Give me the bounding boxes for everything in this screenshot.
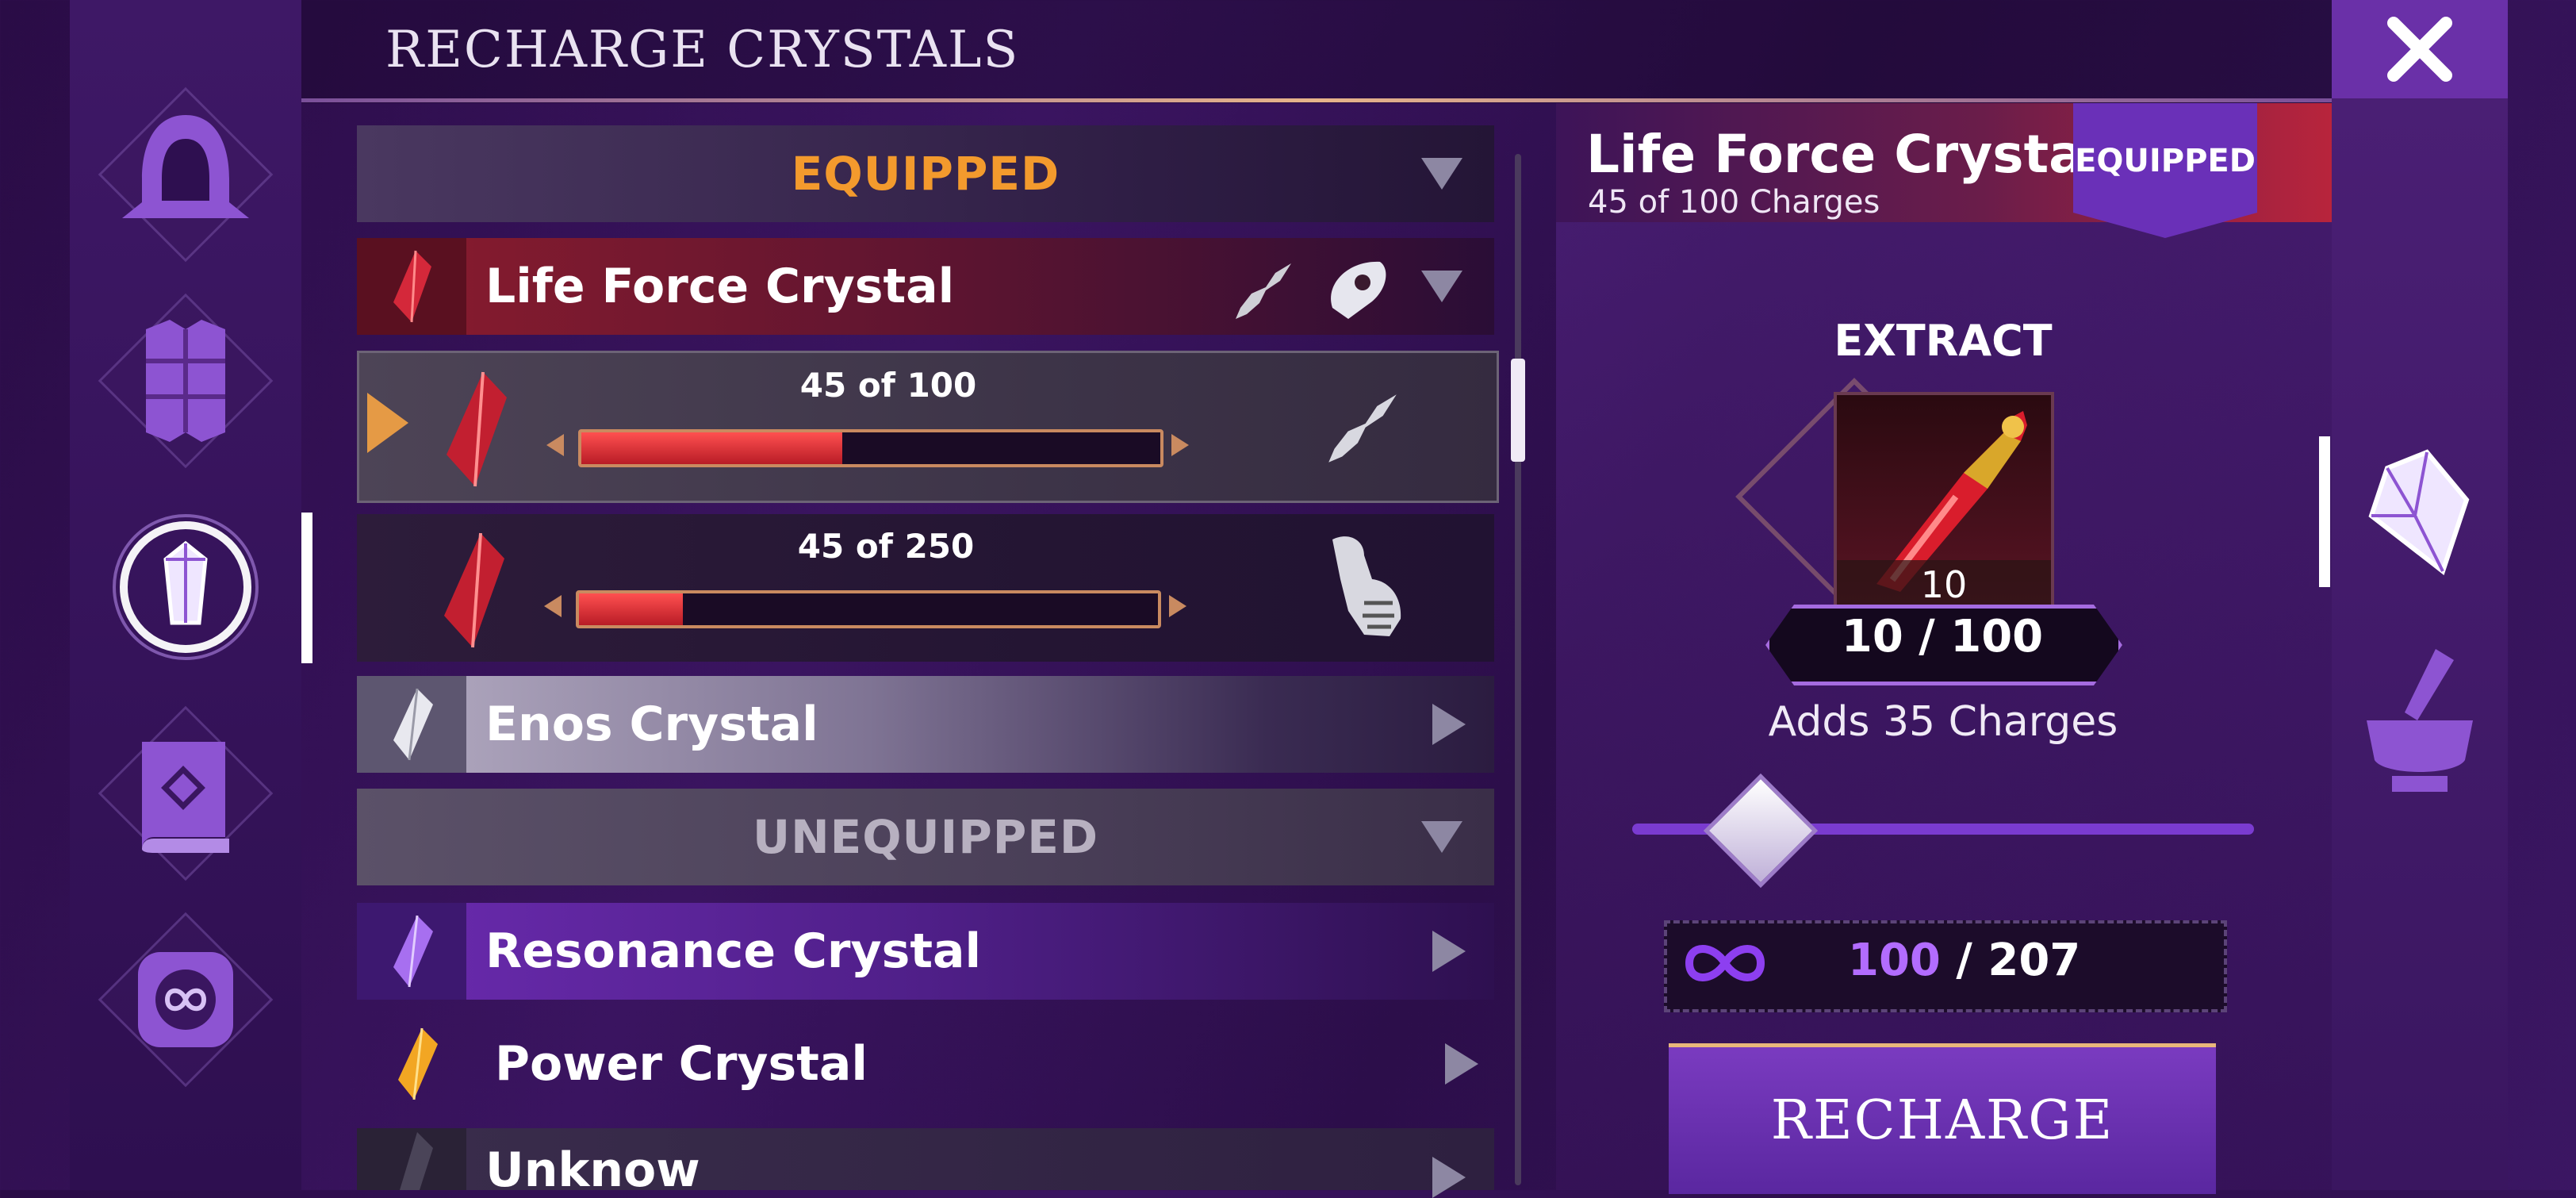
dagger-icon xyxy=(1328,394,1397,463)
chevron-right-icon xyxy=(1445,1043,1478,1085)
list-scrollbar[interactable] xyxy=(1515,154,1521,1185)
progress-fill xyxy=(581,432,842,464)
detail-title: Life Force Crystal xyxy=(1586,124,2103,185)
infinity-icon xyxy=(1685,945,1765,981)
chevron-right-icon xyxy=(1432,1157,1466,1198)
currency-total: / 207 xyxy=(1956,935,2081,986)
chevron-right-icon xyxy=(1432,704,1466,745)
item-ratio: 10 / 100 xyxy=(1841,611,2044,662)
crystal-row-resonance[interactable]: Resonance Crystal xyxy=(357,903,1494,1000)
adds-charges-text: Adds 35 Charges xyxy=(1768,698,2118,746)
unequipped-label: UNEQUIPPED xyxy=(752,810,1099,864)
extract-item-slot[interactable]: 10 xyxy=(1834,392,2054,614)
recharge-button[interactable]: RECHARGE xyxy=(1669,1043,2216,1194)
slot-progress-bar xyxy=(544,579,1186,633)
crystal-tab-icon[interactable] xyxy=(2356,444,2482,579)
nav-armor[interactable] xyxy=(98,293,274,469)
progress-fill xyxy=(579,593,684,625)
crystal-slot-row[interactable]: 45 of 250 xyxy=(357,514,1494,662)
chevron-right-icon xyxy=(1432,931,1466,972)
extract-item-count: 10 xyxy=(1920,563,1968,606)
crystal-icon xyxy=(113,514,259,660)
infinity-icon xyxy=(138,952,233,1047)
hood-icon xyxy=(122,115,249,218)
slot-progress-bar xyxy=(546,418,1189,472)
gauntlet-icon xyxy=(1332,536,1401,636)
helmet-icon xyxy=(1331,261,1386,319)
header-divider xyxy=(301,98,2332,102)
armor-icon xyxy=(146,320,225,442)
crystal-name: Enos Crystal xyxy=(485,697,818,752)
enos-crystal-icon xyxy=(357,676,466,773)
close-icon xyxy=(2387,17,2452,82)
dagger-icon xyxy=(1236,263,1291,319)
chevron-down-icon xyxy=(1421,158,1462,190)
crystal-row-unknown[interactable]: Unknow xyxy=(357,1128,1494,1198)
right-tab-active-indicator xyxy=(2319,436,2330,587)
slot-progress-label: 45 of 250 xyxy=(797,527,975,566)
page-title: RECHARGE CRYSTALS xyxy=(385,21,1020,79)
section-unequipped-header[interactable]: UNEQUIPPED xyxy=(357,789,1494,885)
book-icon xyxy=(142,742,229,853)
crystal-name: Life Force Crystal xyxy=(485,259,955,314)
resonance-crystal-icon xyxy=(357,903,466,1000)
life-force-crystal-icon xyxy=(357,238,466,335)
nav-active-indicator xyxy=(301,513,312,663)
chevron-down-icon xyxy=(1421,821,1462,853)
close-button[interactable] xyxy=(2332,0,2508,98)
crystal-slot-row[interactable]: 45 of 100 xyxy=(357,351,1499,503)
unknown-crystal-icon xyxy=(357,1128,466,1190)
nav-character[interactable] xyxy=(98,86,274,263)
nav-infinity[interactable] xyxy=(98,912,274,1088)
equipped-label: EQUIPPED xyxy=(791,147,1060,201)
list-scroll-thumb[interactable] xyxy=(1511,359,1525,462)
side-nav xyxy=(70,0,301,1190)
section-equipped-header[interactable]: EQUIPPED xyxy=(357,125,1494,222)
power-crystal-icon xyxy=(357,1016,476,1112)
mortar-pestle-icon[interactable] xyxy=(2360,641,2479,800)
crystal-row-enos[interactable]: Enos Crystal xyxy=(357,676,1494,773)
chevron-down-icon xyxy=(1421,271,1462,302)
currency-current: 100 xyxy=(1848,935,1941,986)
nav-crystals[interactable] xyxy=(98,500,273,674)
nav-codex[interactable] xyxy=(98,705,274,881)
slot-progress-label: 45 of 100 xyxy=(799,366,977,405)
detail-subtitle: 45 of 100 Charges xyxy=(1588,184,1880,221)
currency-amount: 100 / 207 xyxy=(1848,935,2080,986)
crystal-row-power[interactable]: Power Crystal xyxy=(357,1016,1494,1112)
crystal-name: Resonance Crystal xyxy=(485,923,982,979)
crystal-row-life-force[interactable]: Life Force Crystal xyxy=(357,238,1494,335)
equipped-badge: EQUIPPED xyxy=(2075,143,2256,179)
crystal-name: Power Crystal xyxy=(495,1036,868,1092)
extract-label: EXTRACT xyxy=(1834,316,2053,366)
